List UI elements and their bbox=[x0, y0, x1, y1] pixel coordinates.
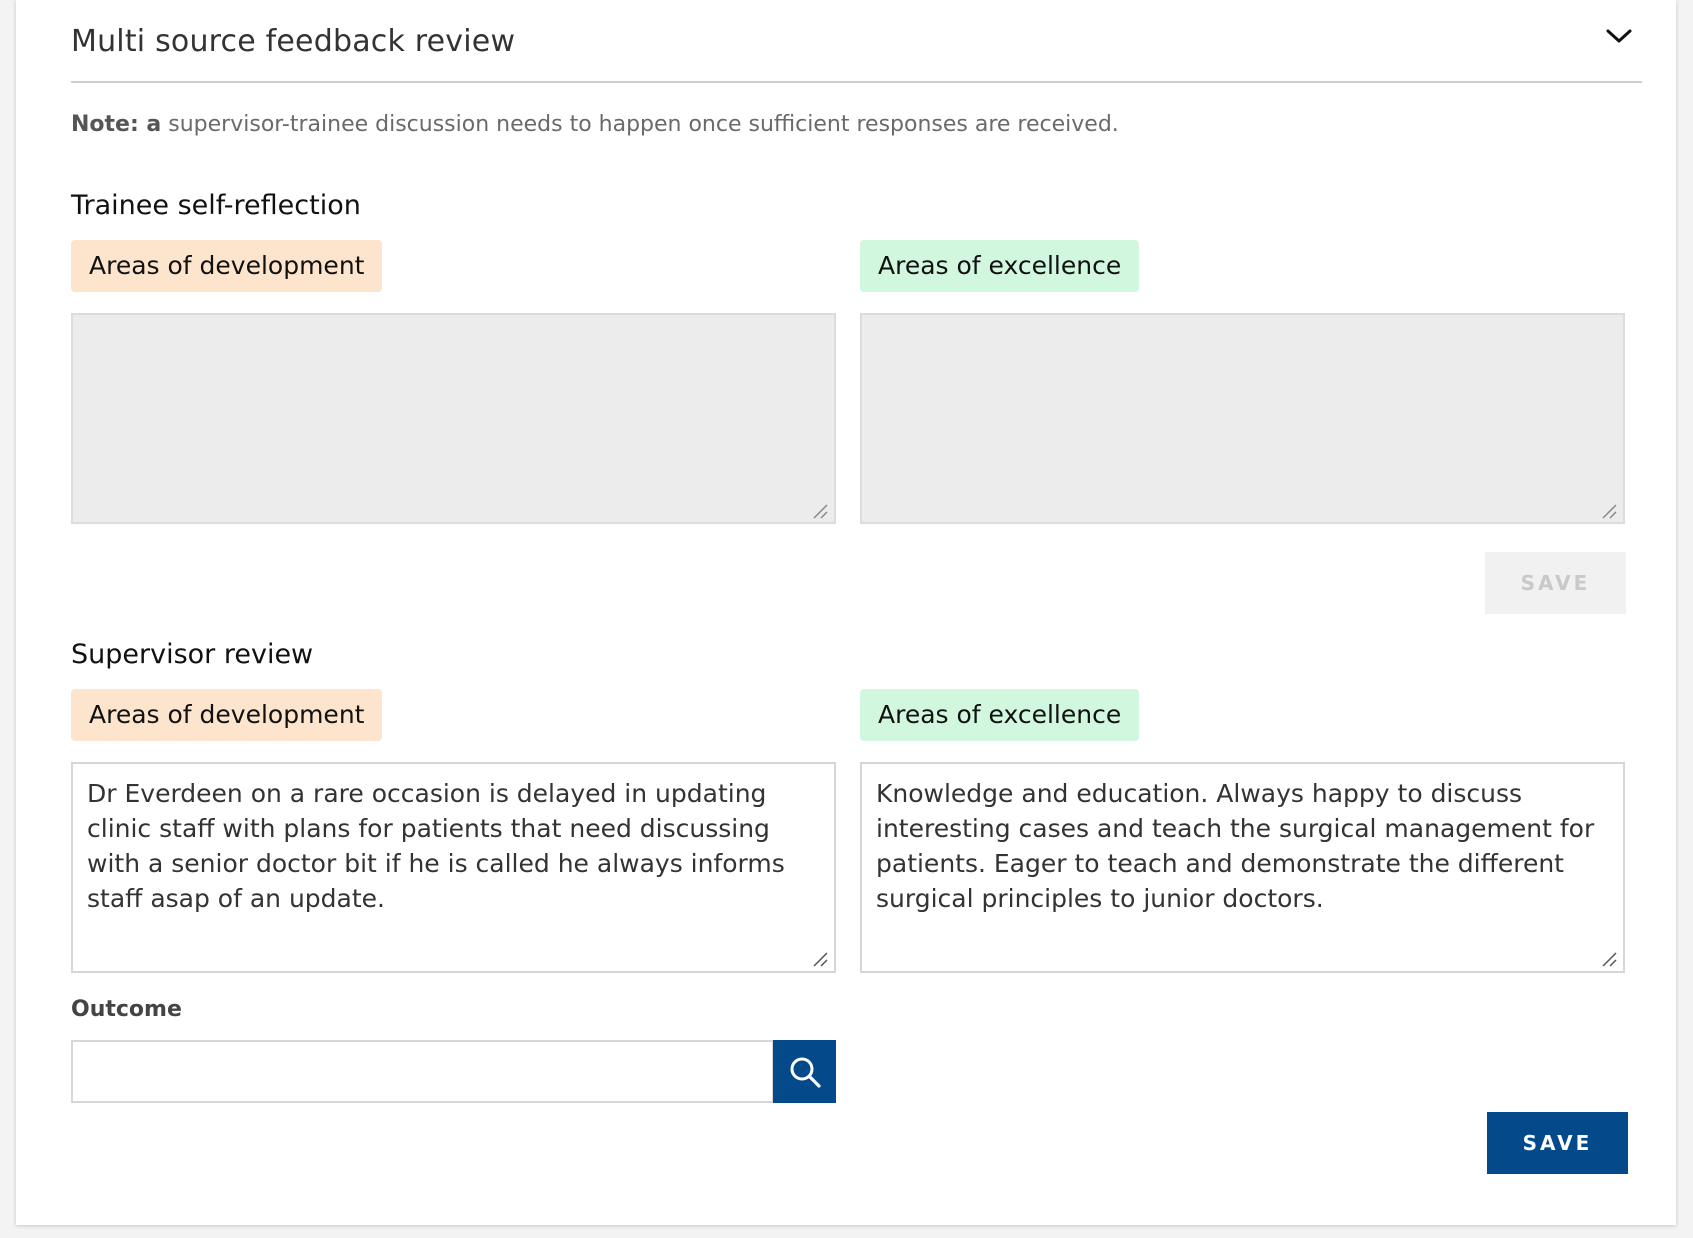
note-prefix: Note: a bbox=[71, 112, 162, 137]
msf-review-card: Multi source feedback review Note: a sup… bbox=[16, 0, 1676, 1225]
trainee-excellence-label: Areas of excellence bbox=[860, 240, 1140, 292]
supervisor-excellence-label: Areas of excellence bbox=[860, 689, 1140, 741]
trainee-development-field[interactable] bbox=[71, 313, 836, 524]
supervisor-development-field[interactable]: Dr Everdeen on a rare occasion is delaye… bbox=[71, 762, 836, 973]
search-icon bbox=[790, 1057, 821, 1088]
chevron-down-icon[interactable] bbox=[1606, 28, 1632, 44]
trainee-section-title: Trainee self-reflection bbox=[71, 190, 361, 221]
trainee-development-label: Areas of development bbox=[71, 240, 383, 292]
section-title: Multi source feedback review bbox=[71, 24, 516, 59]
note-body: supervisor-trainee discussion needs to h… bbox=[161, 112, 1119, 137]
note-text: Note: a supervisor-trainee discussion ne… bbox=[71, 112, 1119, 137]
supervisor-save-button[interactable]: SAVE bbox=[1487, 1112, 1628, 1174]
outcome-label: Outcome bbox=[71, 997, 182, 1022]
trainee-excellence-field[interactable] bbox=[860, 313, 1625, 524]
supervisor-section-title: Supervisor review bbox=[71, 639, 314, 670]
outcome-input[interactable] bbox=[71, 1040, 774, 1103]
supervisor-excellence-field[interactable]: Knowledge and education. Always happy to… bbox=[860, 762, 1625, 973]
supervisor-development-label: Areas of development bbox=[71, 689, 383, 741]
outcome-search-button[interactable] bbox=[773, 1040, 836, 1103]
trainee-save-button[interactable]: SAVE bbox=[1485, 552, 1626, 614]
section-header[interactable]: Multi source feedback review bbox=[71, 0, 1642, 83]
